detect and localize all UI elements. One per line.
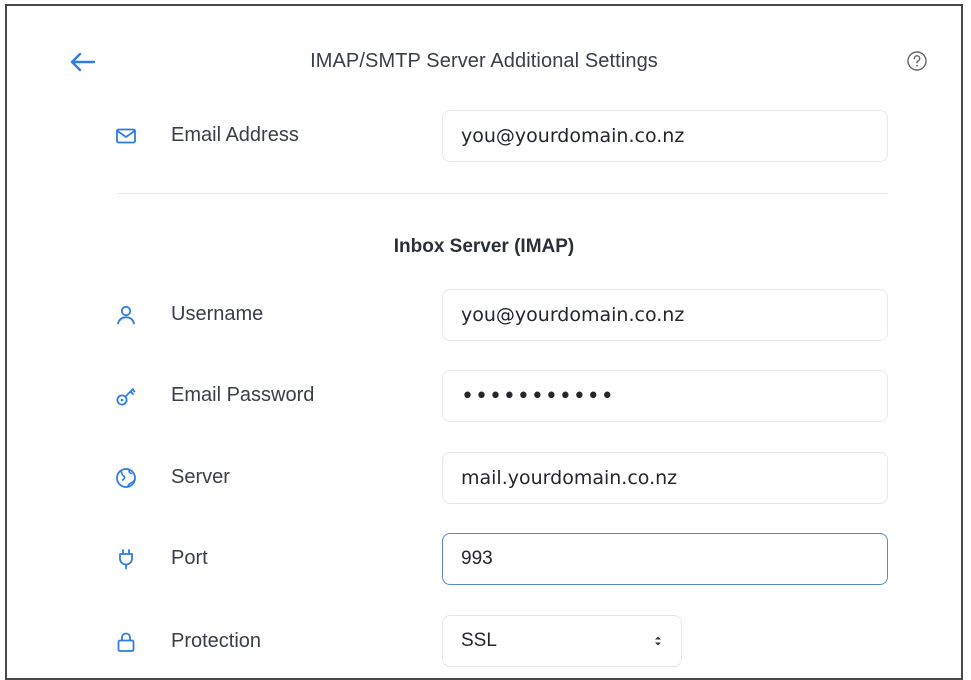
port-value: 993: [461, 548, 493, 569]
key-icon: [114, 384, 138, 408]
lock-icon: [114, 630, 138, 654]
protection-value: SSL: [461, 630, 497, 651]
inbox-server-heading: Inbox Server (IMAP): [393, 236, 575, 257]
username-label: Username: [171, 303, 264, 325]
email-address-field[interactable]: you@yourdomain.co.nz: [442, 110, 888, 162]
email-password-value: •••••••••••: [461, 383, 615, 409]
help-icon[interactable]: [906, 50, 930, 74]
envelope-icon: [114, 124, 138, 148]
user-icon: [114, 303, 138, 327]
username-field[interactable]: you@yourdomain.co.nz: [442, 289, 888, 341]
server-label: Server: [171, 466, 230, 488]
settings-panel: IMAP/SMTP Server Additional Settings Ema…: [5, 4, 963, 680]
server-field[interactable]: mail.yourdomain.co.nz: [442, 452, 888, 504]
email-password-field[interactable]: •••••••••••: [442, 370, 888, 422]
globe-icon: [114, 466, 138, 490]
protection-label: Protection: [171, 630, 262, 652]
protection-select[interactable]: SSL: [442, 615, 682, 667]
email-password-label: Email Password: [171, 384, 315, 406]
email-address-label: Email Address: [171, 124, 299, 146]
port-label: Port: [171, 547, 208, 569]
port-field[interactable]: 993: [442, 533, 888, 585]
select-arrows-icon: [653, 634, 663, 648]
plug-icon: [114, 547, 138, 571]
username-value: you@yourdomain.co.nz: [461, 304, 685, 326]
email-address-value: you@yourdomain.co.nz: [461, 125, 685, 147]
server-value: mail.yourdomain.co.nz: [461, 467, 678, 489]
divider: [117, 193, 888, 194]
page-title: IMAP/SMTP Server Additional Settings: [310, 50, 658, 72]
